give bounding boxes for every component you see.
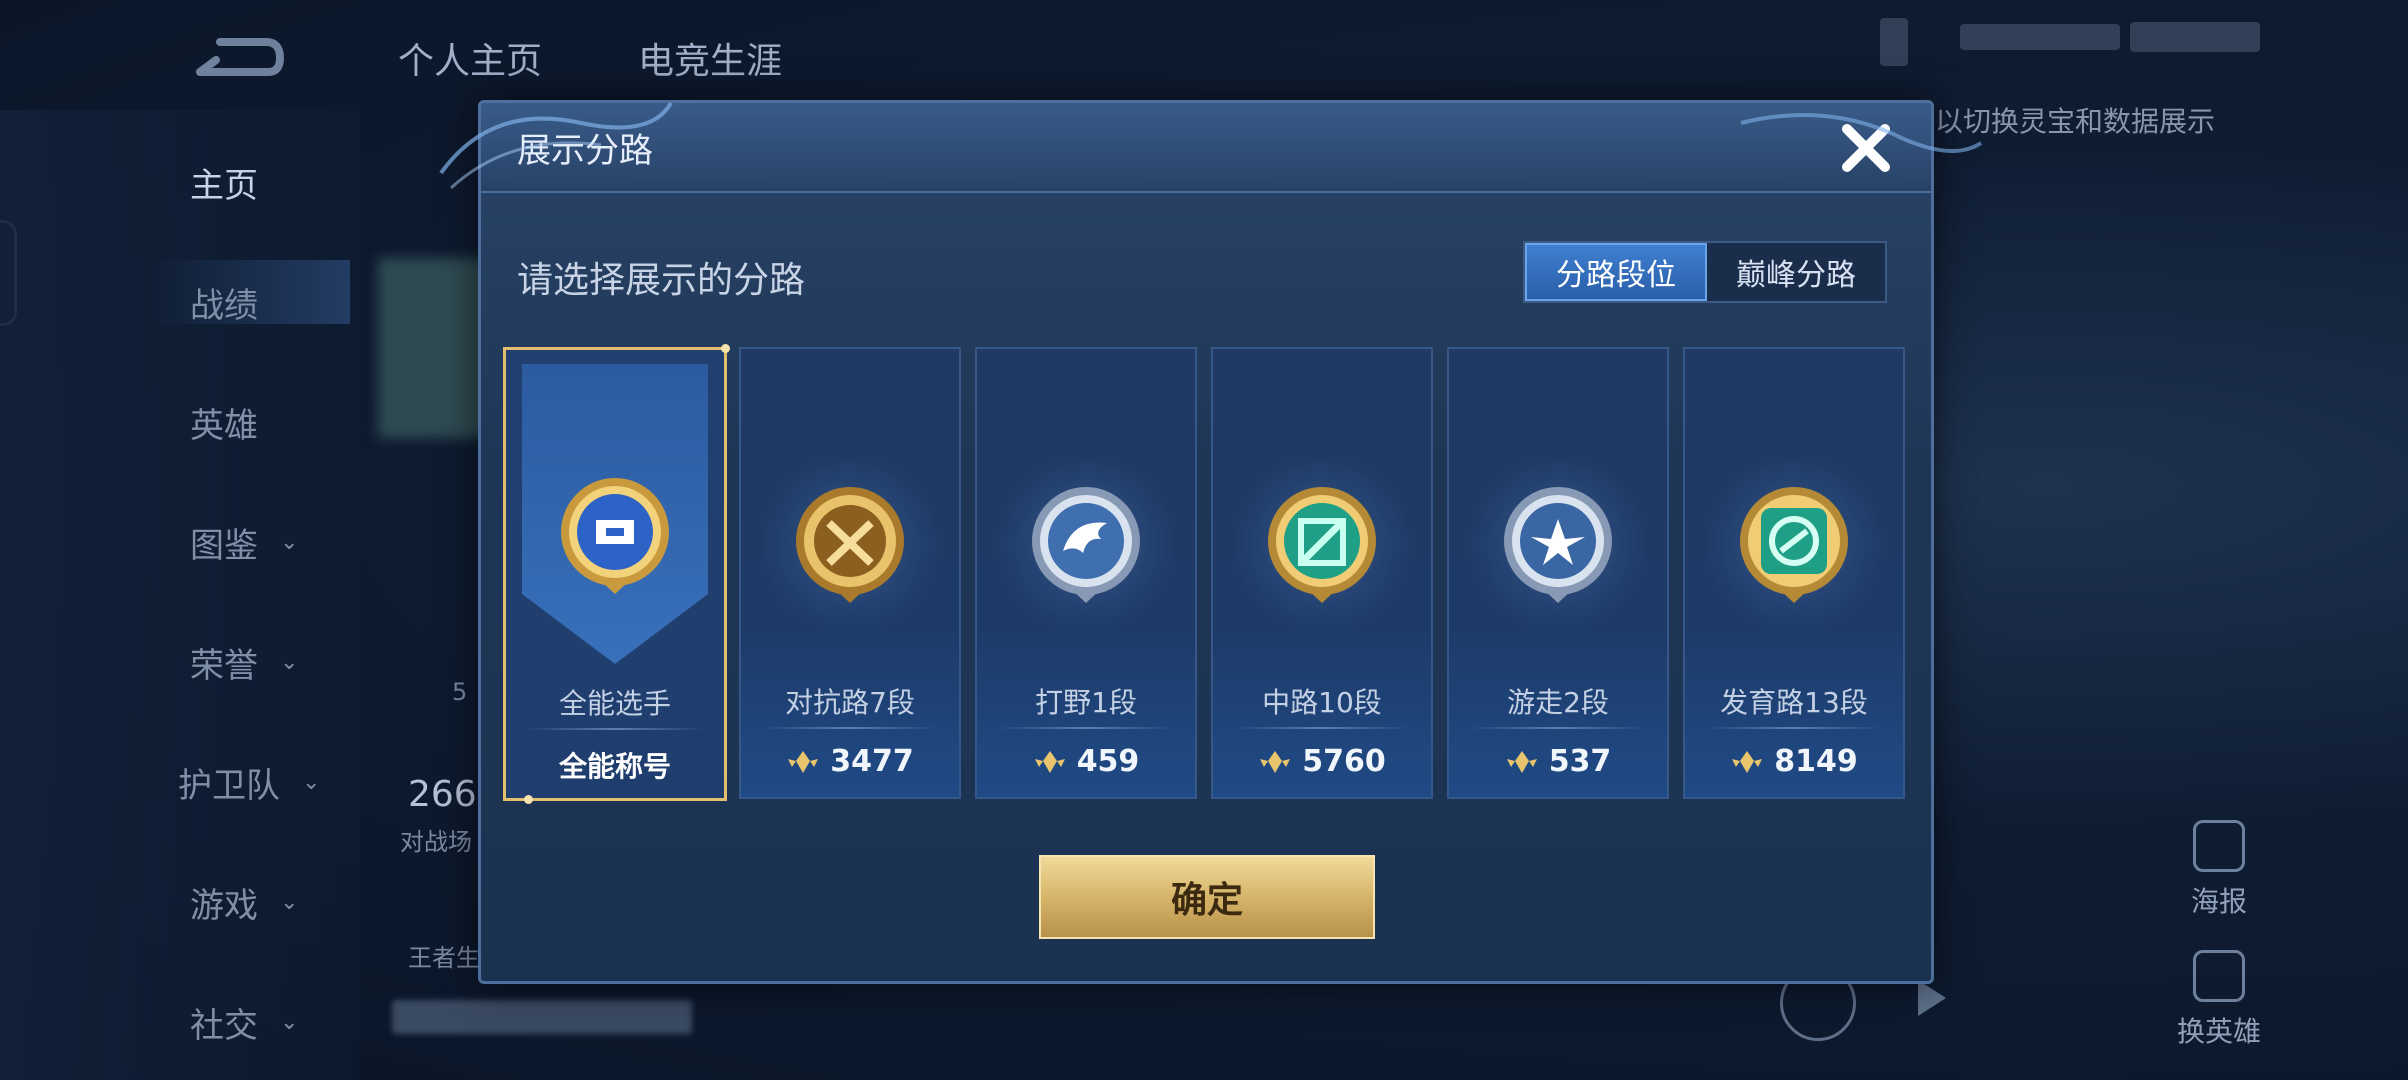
back-arrow-icon[interactable] <box>180 28 290 88</box>
rank-points-icon <box>788 750 819 773</box>
sidebar-item-label: 英雄 <box>190 406 258 446</box>
swap-hero-icon <box>2193 950 2245 1002</box>
lane-card-value: 459 <box>1076 744 1140 779</box>
lane-card-farm-lane[interactable]: 发育路13段 8149 <box>1683 347 1905 799</box>
sidebar-item-social[interactable]: 社交 ⌄ <box>190 998 298 1047</box>
chevron-down-icon: ⌄ <box>280 530 299 555</box>
lane-card-roam[interactable]: 游走2段 537 <box>1447 347 1669 799</box>
card-divider <box>997 727 1175 729</box>
chevron-down-icon: ⌄ <box>280 890 299 915</box>
toggle-peak-lane[interactable]: 巅峰分路 <box>1707 243 1885 301</box>
blurred-text <box>1960 24 2120 50</box>
lane-card-name: 全能选手 <box>558 687 671 720</box>
dialog-header: 展示分路 <box>481 103 1931 193</box>
lane-card-score: 8149 <box>1685 744 1903 779</box>
rank-points-icon <box>1260 750 1291 773</box>
confirm-button[interactable]: 确定 <box>1039 855 1375 939</box>
lane-card-list: 全能选手 全能称号 对抗路7段 3477 打野1段 459 中路10段 5760… <box>503 344 1913 804</box>
lane-card-score: 5760 <box>1213 744 1431 779</box>
tab-profile[interactable]: 个人主页 <box>398 32 542 84</box>
sidebar-item-label: 护卫队 <box>178 766 280 806</box>
rank-points-icon <box>1732 750 1763 773</box>
lane-card-jungle[interactable]: 打野1段 459 <box>975 347 1197 799</box>
sidebar-item-record[interactable]: 战绩 <box>190 278 258 327</box>
all-round-badge-icon <box>561 478 669 594</box>
sidebar-item-heroes[interactable]: 英雄 <box>190 398 258 447</box>
lane-card-value: 全能称号 <box>558 750 671 783</box>
blurred-currency-icon <box>1880 18 1908 66</box>
card-divider <box>526 728 704 730</box>
sidebar-item-label: 图鉴 <box>190 526 258 566</box>
background-bottom-label: 王者生 <box>408 944 480 972</box>
lane-card-name: 对抗路7段 <box>785 686 915 719</box>
sidebar-item-honor[interactable]: 荣誉 ⌄ <box>190 638 298 687</box>
mid-lane-badge-icon <box>1268 487 1376 603</box>
sidebar-item-label: 战绩 <box>190 286 258 326</box>
lane-card-mid-lane[interactable]: 中路10段 5760 <box>1211 347 1433 799</box>
sidebar-item-games[interactable]: 游戏 ⌄ <box>190 878 298 927</box>
poster-icon <box>2193 820 2245 872</box>
sidebar <box>0 110 360 1080</box>
sidebar-item-guard-team[interactable]: 护卫队 ⌄ <box>178 758 320 807</box>
lane-card-score: 537 <box>1449 744 1667 779</box>
lane-card-name: 打野1段 <box>1035 686 1137 719</box>
background-stat-label: 对战场 <box>400 828 472 856</box>
chevron-down-icon: ⌄ <box>280 650 299 675</box>
lane-card-name: 发育路13段 <box>1720 686 1868 719</box>
swap-hero-label: 换英雄 <box>2176 1015 2261 1048</box>
sidebar-item-collection[interactable]: 图鉴 ⌄ <box>190 518 298 567</box>
lane-card-value: 5760 <box>1302 744 1386 779</box>
card-divider <box>1705 727 1883 729</box>
lane-card-value: 3477 <box>830 744 914 779</box>
decorative-swirl-icon <box>439 101 673 190</box>
decorative-swirl-icon <box>1740 113 1983 153</box>
card-divider <box>1469 727 1647 729</box>
background-stat-value: 266 <box>408 774 477 815</box>
sidebar-item-label: 主页 <box>190 166 258 206</box>
clash-lane-badge-icon <box>796 487 904 603</box>
play-icon[interactable] <box>1918 980 1946 1016</box>
farm-lane-badge-icon <box>1740 487 1848 603</box>
roam-badge-icon <box>1504 487 1612 603</box>
corner-sparkle <box>524 795 533 804</box>
lane-card-value: 8149 <box>1774 744 1858 779</box>
rank-points-icon <box>1506 750 1537 773</box>
corner-sparkle <box>721 344 730 353</box>
blurred-text <box>2130 22 2260 52</box>
lane-card-value: 537 <box>1548 744 1612 779</box>
poster-button[interactable]: 海报 <box>2164 820 2274 920</box>
sidebar-item-label: 社交 <box>190 1006 258 1046</box>
lane-card-score: 3477 <box>741 744 959 779</box>
chevron-down-icon: ⌄ <box>280 1010 299 1035</box>
lane-card-name: 中路10段 <box>1262 686 1382 719</box>
lane-card-score: 459 <box>977 744 1195 779</box>
toggle-lane-rank[interactable]: 分路段位 <box>1525 243 1707 301</box>
background-partial-text: 5 <box>452 678 468 706</box>
sidebar-item-label: 荣誉 <box>190 646 258 686</box>
lane-select-prompt: 请选择展示的分路 <box>517 260 806 301</box>
jungle-badge-icon <box>1032 487 1140 603</box>
lane-card-name: 游走2段 <box>1507 686 1609 719</box>
chevron-down-icon: ⌄ <box>302 770 321 795</box>
card-divider <box>761 727 939 729</box>
sidebar-item-label: 游戏 <box>190 886 258 926</box>
rank-points-icon <box>1034 750 1065 773</box>
blurred-text <box>392 1000 692 1034</box>
tab-esports-career[interactable]: 电竞生涯 <box>638 32 782 84</box>
lane-card-all-round[interactable]: 全能选手 全能称号 <box>503 344 730 804</box>
lane-type-toggle: 分路段位 巅峰分路 <box>1523 241 1887 303</box>
card-divider <box>1233 727 1411 729</box>
sidebar-item-home[interactable]: 主页 <box>190 158 258 207</box>
top-navigation: 个人主页 电竞生涯 <box>0 0 2408 110</box>
lane-card-clash-lane[interactable]: 对抗路7段 3477 <box>739 347 961 799</box>
poster-label: 海报 <box>2190 885 2247 918</box>
show-lane-dialog: 展示分路 请选择展示的分路 分路段位 巅峰分路 全能选手 全能称号 对抗路7段 … <box>439 100 1983 984</box>
swap-hero-button[interactable]: 换英雄 <box>2164 950 2274 1050</box>
